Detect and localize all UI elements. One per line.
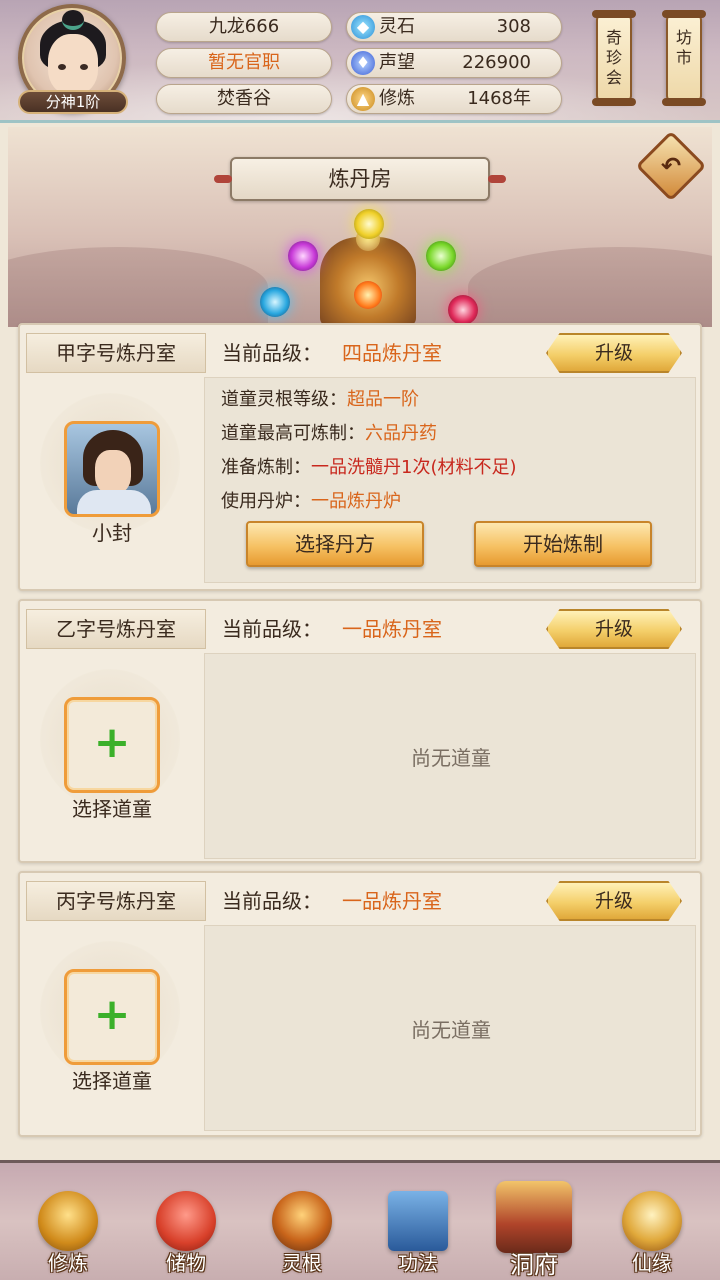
cave-abode-icon	[496, 1181, 572, 1253]
nav-label: 洞府	[510, 1251, 558, 1279]
resource-value: 1468年	[467, 88, 531, 109]
portrait-body	[77, 490, 151, 514]
qizhenhui-label: 奇珍会	[605, 28, 622, 87]
nav-label: 功法	[398, 1251, 438, 1275]
select-apprentice-label: 选择道童	[72, 797, 152, 821]
apprentice-name: 小封	[92, 521, 132, 545]
detail-key: 准备炼制：	[221, 457, 311, 478]
plus-icon: +	[93, 717, 131, 768]
nav-label: 修炼	[48, 1251, 88, 1275]
start-refine-button[interactable]: 开始炼制	[474, 521, 652, 567]
grade-value: 四品炼丹室	[342, 341, 442, 365]
select-apprentice-slot[interactable]: +	[64, 969, 160, 1065]
avatar-eye-right	[80, 64, 88, 70]
detail-key: 使用丹炉：	[221, 491, 311, 512]
alchemy-room-jia: 甲字号炼丹室 当前品级： 四品炼丹室 升级 小封 道童灵根等级：超品一阶 道童最…	[18, 323, 702, 591]
detail-max-refine: 道童最高可炼制：六品丹药	[221, 418, 437, 450]
empty-state-text: 尚无道童	[411, 746, 491, 770]
room-detail-area: 尚无道童	[204, 925, 696, 1131]
fangshi-button[interactable]: 坊市	[662, 10, 706, 106]
detail-key: 道童最高可炼制：	[221, 423, 365, 444]
resource-label: 修炼	[379, 88, 415, 109]
nav-xiulian[interactable]: 修炼	[10, 1181, 126, 1277]
alchemy-room-yi: 乙字号炼丹室 当前品级： 一品炼丹室 升级 + 选择道童 尚无道童	[18, 599, 702, 863]
fangshi-label: 坊市	[675, 28, 692, 67]
spirit-stone-icon: ◆	[351, 15, 375, 39]
resource-value: 308	[496, 16, 531, 37]
grade-value: 一品炼丹室	[342, 889, 442, 913]
detail-prepare: 准备炼制：一品洗髓丹1次(材料不足)	[221, 452, 517, 484]
apprentice-portrait[interactable]	[64, 421, 160, 517]
resource-value: 226900	[462, 52, 531, 73]
select-apprentice-slot[interactable]: +	[64, 697, 160, 793]
bottom-navigation: 修炼 储物 灵根 功法 洞府 仙缘	[0, 1160, 720, 1280]
nav-chuwu[interactable]: 储物	[128, 1181, 244, 1277]
player-name: 九龙666	[156, 12, 332, 42]
red-orb-icon	[448, 295, 478, 325]
nav-linggen[interactable]: 灵根	[244, 1181, 360, 1277]
spirit-root-icon	[272, 1191, 332, 1251]
nav-xianyuan[interactable]: 仙缘	[594, 1181, 710, 1277]
avatar-face	[48, 34, 98, 94]
resource-reputation: ♦ 声望 226900	[346, 48, 562, 78]
storage-bag-icon	[156, 1191, 216, 1251]
qizhenhui-button[interactable]: 奇珍会	[592, 10, 636, 106]
room-detail-area: 尚无道童	[204, 653, 696, 859]
meditation-icon	[38, 1191, 98, 1251]
room-name: 丙字号炼丹室	[26, 881, 206, 921]
detail-value: 一品洗髓丹1次(材料不足)	[311, 457, 517, 478]
detail-furnace: 使用丹炉：一品炼丹炉	[221, 486, 401, 518]
scripture-book-icon	[388, 1191, 448, 1251]
page-title: 炼丹房	[214, 157, 506, 201]
detail-spirit-root: 道童灵根等级：超品一阶	[221, 384, 419, 416]
select-recipe-button[interactable]: 选择丹方	[246, 521, 424, 567]
room-name: 乙字号炼丹室	[26, 609, 206, 649]
detail-key: 道童灵根等级：	[221, 389, 347, 410]
resource-spirit-stone: ◆ 灵石 308	[346, 12, 562, 42]
upgrade-button[interactable]: 升级	[546, 333, 682, 373]
alchemy-room-bing: 丙字号炼丹室 当前品级： 一品炼丹室 升级 + 选择道童 尚无道童	[18, 871, 702, 1137]
official-title[interactable]: 暂无官职	[156, 48, 332, 78]
reputation-icon: ♦	[351, 51, 375, 75]
nav-label: 储物	[166, 1251, 206, 1275]
select-apprentice-label: 选择道童	[72, 1069, 152, 1093]
blue-orb-icon	[260, 287, 290, 317]
green-orb-icon	[426, 241, 456, 271]
nav-gongfa[interactable]: 功法	[360, 1181, 476, 1277]
top-status-bar: 分神1阶 九龙666 暂无官职 焚香谷 ◆ 灵石 308 ♦ 声望 226900…	[0, 0, 720, 120]
detail-value: 六品丹药	[365, 423, 437, 444]
furnace-flame-icon	[354, 281, 382, 309]
nav-dongfu[interactable]: 洞府	[476, 1181, 592, 1279]
empty-state-text: 尚无道童	[411, 1018, 491, 1042]
yellow-orb-icon	[354, 209, 384, 239]
immortal-fate-icon	[622, 1191, 682, 1251]
alchemy-furnace-icon	[320, 227, 416, 327]
detail-value: 超品一阶	[347, 389, 419, 410]
mountain-decoration	[468, 247, 712, 327]
back-arrow-icon: ↶	[660, 152, 682, 180]
grade-label: 当前品级：	[222, 341, 322, 365]
nav-label: 仙缘	[632, 1251, 672, 1275]
resource-label: 声望	[379, 52, 415, 73]
purple-orb-icon	[288, 241, 318, 271]
portrait-face	[95, 450, 131, 494]
grade-label: 当前品级：	[222, 617, 322, 641]
room-name: 甲字号炼丹室	[26, 333, 206, 373]
alchemy-main-panel: 炼丹房 ↶ 甲字号炼丹室 当前品级： 四品炼丹室 升级 小封 道童灵根等级：超品…	[0, 120, 720, 1160]
player-sect: 焚香谷	[156, 84, 332, 114]
resource-label: 灵石	[379, 16, 415, 37]
detail-value: 一品炼丹炉	[311, 491, 401, 512]
plus-icon: +	[93, 989, 131, 1040]
cultivation-icon: ▲	[351, 87, 375, 111]
grade-value: 一品炼丹室	[342, 617, 442, 641]
grade-label: 当前品级：	[222, 889, 322, 913]
upgrade-button[interactable]: 升级	[546, 609, 682, 649]
upgrade-button[interactable]: 升级	[546, 881, 682, 921]
nav-label: 灵根	[282, 1251, 322, 1275]
avatar-bun	[62, 10, 84, 30]
player-rank-badge: 分神1阶	[18, 90, 128, 114]
mountain-decoration	[8, 247, 268, 327]
resource-cultivation: ▲ 修炼 1468年	[346, 84, 562, 114]
avatar-eye-left	[58, 64, 66, 70]
